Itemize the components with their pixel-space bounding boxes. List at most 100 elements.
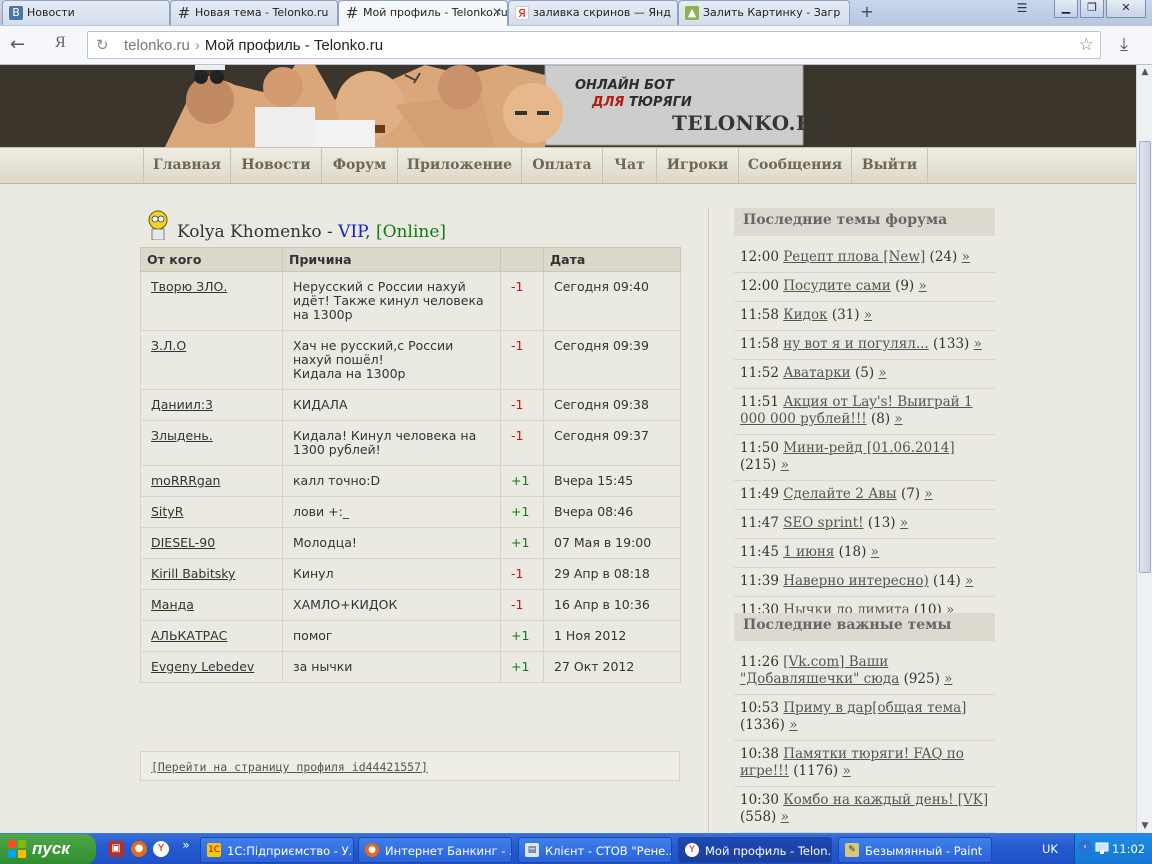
user-link[interactable]: З.Л.О	[151, 338, 186, 353]
site-logo[interactable]: TELONKO.RU	[672, 111, 831, 135]
tab-yandex-search[interactable]: Я заливка скринов — Янд	[508, 0, 678, 25]
topic-link[interactable]: Посудите сами	[783, 278, 891, 294]
topic-more-link[interactable]: »	[962, 249, 970, 265]
topic-more-link[interactable]: »	[924, 486, 932, 502]
nav-news[interactable]: Новости	[230, 148, 321, 183]
cell-from: Злыдень.	[140, 420, 283, 466]
minimize-button[interactable]: ▁	[1054, 0, 1078, 18]
yandex-button[interactable]: Я	[55, 34, 66, 52]
cell-reason-text: лови +:_	[293, 504, 350, 519]
nav-players[interactable]: Игроки	[656, 148, 738, 183]
topic-link[interactable]: Аватарки	[783, 365, 850, 381]
topic-link[interactable]: Наверно интересно)	[783, 573, 929, 589]
network-icon[interactable]	[1095, 842, 1109, 854]
topic-more-link[interactable]: »	[919, 278, 927, 294]
yandex-browser-icon[interactable]: Y	[153, 841, 169, 857]
topic-link[interactable]: Комбо на каждый день! [VK]	[783, 792, 988, 808]
topic-more-link[interactable]: »	[781, 809, 789, 825]
topic-link[interactable]: ну вот я и погулял...	[783, 336, 929, 352]
topic-link[interactable]: Кидок	[783, 307, 827, 323]
user-link[interactable]: SityR	[151, 504, 183, 519]
topic-more-link[interactable]: »	[965, 573, 973, 589]
taskbar-internet-banking[interactable]: ● Интернет Банкинг - ...	[358, 837, 512, 863]
nav-chat[interactable]: Чат	[602, 148, 656, 183]
tab-news[interactable]: В Новости	[2, 0, 170, 25]
nav-home[interactable]: Главная	[143, 148, 230, 183]
topic-more-link[interactable]: »	[878, 365, 886, 381]
taskbar-1c[interactable]: 1C 1С:Підприємство - У...	[200, 837, 354, 863]
cell-reason-text: за нычки	[293, 659, 353, 674]
user-link[interactable]: moRRRgan	[151, 473, 220, 488]
menu-icon[interactable]: ☰	[1010, 1, 1034, 15]
user-link[interactable]: Даниил:3	[151, 397, 213, 412]
language-indicator[interactable]: UK	[1042, 842, 1058, 856]
firefox-icon: ●	[365, 843, 379, 857]
address-toolbar: ← Я ↻ telonko.ru › Мой профиль - Telonko.r…	[0, 26, 1152, 65]
scroll-down-icon[interactable]: ▼	[1137, 819, 1152, 833]
taskbar-label: Безымянный - Paint	[865, 844, 983, 858]
tray-expand-icon[interactable]: ‹	[1078, 840, 1092, 854]
tab-label: Мой профиль - Telonko.ru	[363, 6, 508, 19]
user-link[interactable]: Творю ЗЛО.	[151, 279, 227, 294]
user-link[interactable]: Злыдень.	[151, 428, 213, 443]
taskbar-my-profile[interactable]: Y Мой профиль - Telon...	[678, 837, 832, 863]
nav-messages[interactable]: Сообщения	[738, 148, 851, 183]
topic-link[interactable]: Сделайте 2 Авы	[783, 486, 896, 502]
download-icon[interactable]: ⤓	[1120, 34, 1128, 55]
user-link[interactable]: Манда	[151, 597, 194, 612]
topic-link[interactable]: Рецепт плова [New]	[783, 249, 925, 265]
maximize-button[interactable]: ❐	[1080, 0, 1104, 18]
topic-more-link[interactable]: »	[781, 457, 789, 473]
start-button[interactable]: пуск	[0, 834, 96, 864]
firefox-icon[interactable]: ●	[131, 841, 147, 857]
close-window-button[interactable]: ✕	[1106, 0, 1146, 18]
bookmark-star-icon[interactable]: ☆	[1079, 35, 1094, 55]
url-text[interactable]: telonko.ru › Мой профиль - Telonko.ru	[124, 37, 383, 54]
user-link[interactable]: Kirill Babitsky	[151, 566, 235, 581]
topic-link[interactable]: Приму в дар[общая тема]	[783, 700, 966, 716]
user-link[interactable]: АЛЬКАТРАС	[151, 628, 227, 643]
topic-count: (215)	[740, 457, 777, 473]
address-bar[interactable]: ↻ telonko.ru › Мой профиль - Telonko.ru ☆	[87, 31, 1101, 59]
close-tab-icon[interactable]: ✕	[492, 5, 502, 19]
topic-more-link[interactable]: »	[974, 336, 982, 352]
user-link[interactable]: Evgeny Lebedev	[151, 659, 254, 674]
taskbar-client[interactable]: ▤ Клієнт - СТОВ "Рене...	[518, 837, 672, 863]
tab-my-profile[interactable]: # Мой профиль - Telonko.ru ✕	[338, 0, 508, 26]
topic-link[interactable]: Мини-рейд [01.06.2014]	[783, 440, 954, 456]
nav-payment[interactable]: Оплата	[521, 148, 602, 183]
new-tab-button[interactable]: +	[856, 3, 878, 21]
forum-topics-list: 12:00 Рецепт плова [New] (24) » 12:00 Пос…	[734, 244, 995, 626]
profile-page-link[interactable]: [Перейти на страницу профиля id44421557]	[151, 760, 428, 774]
column-divider	[708, 208, 709, 833]
topic-more-link[interactable]: »	[864, 307, 872, 323]
reload-icon[interactable]: ↻	[96, 36, 109, 54]
topic-time: 10:53	[740, 700, 779, 716]
cell-points-text: -1	[511, 597, 524, 612]
topic-more-link[interactable]: »	[944, 671, 952, 687]
cell-reason: калл точно:D	[282, 465, 501, 497]
reputation-table-body: Творю ЗЛО. Нерусский с России нахуй идёт!…	[140, 271, 681, 683]
nav-forum[interactable]: Форум	[321, 148, 397, 183]
nav-logout[interactable]: Выйти	[851, 148, 928, 183]
topic-more-link[interactable]: »	[789, 717, 797, 733]
topic-more-link[interactable]: »	[894, 411, 902, 427]
user-link[interactable]: DIESEL-90	[151, 535, 215, 550]
topic-more-link[interactable]: »	[871, 544, 879, 560]
page-scrollbar[interactable]: ▲ ▼	[1136, 65, 1152, 833]
scroll-up-icon[interactable]: ▲	[1137, 65, 1152, 79]
taskbar-paint[interactable]: ✎ Безымянный - Paint	[838, 837, 992, 863]
tab-new-topic[interactable]: # Новая тема - Telonko.ru	[170, 0, 338, 25]
quicklaunch-app-icon[interactable]: ▣	[108, 841, 124, 857]
tab-upload-image[interactable]: ▲ Залить Картинку - Загр	[678, 0, 850, 25]
list-item: 11:39 Наверно интересно) (14) »	[734, 568, 995, 597]
quicklaunch-more-icon[interactable]: »	[178, 837, 194, 853]
scrollbar-thumb[interactable]	[1139, 141, 1151, 573]
topic-more-link[interactable]: »	[842, 763, 850, 779]
topic-link[interactable]: SEO sprint!	[783, 515, 863, 531]
back-arrow-icon[interactable]: ←	[10, 34, 25, 55]
table-row: Evgeny Lebedev за нычки +1 27 Окт 2012	[140, 651, 681, 683]
topic-link[interactable]: 1 июня	[783, 544, 834, 560]
nav-app[interactable]: Приложение	[397, 148, 521, 183]
topic-more-link[interactable]: »	[900, 515, 908, 531]
